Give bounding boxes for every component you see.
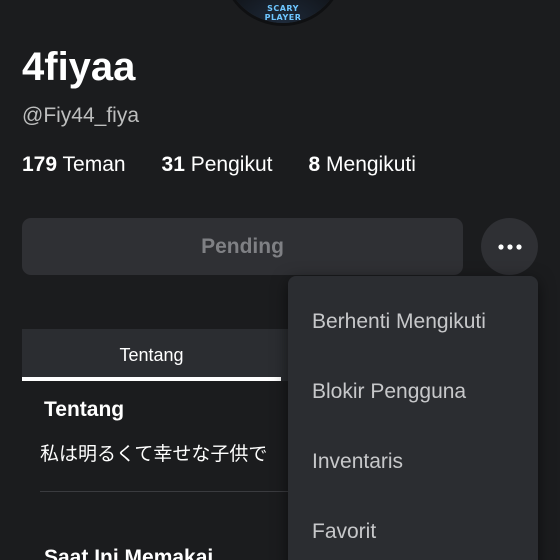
followers-stat[interactable]: 31 Pengikut	[162, 152, 273, 178]
more-options-menu: Berhenti Mengikuti Blokir Pengguna Inven…	[288, 276, 538, 560]
followers-label: Pengikut	[190, 153, 273, 176]
tab-about[interactable]: Tentang	[22, 329, 281, 381]
profile-stats: 179 Teman 31 Pengikut 8 Mengikuti	[22, 152, 452, 178]
about-section-title: Tentang	[44, 398, 125, 421]
about-description: 私は明るくて幸せな子供で	[40, 443, 268, 465]
followers-count: 31	[161, 153, 185, 176]
more-options-button[interactable]	[481, 218, 538, 275]
menu-item-block-user[interactable]: Blokir Pengguna	[312, 379, 466, 405]
menu-item-inventory[interactable]: Inventaris	[312, 449, 403, 475]
following-label: Mengikuti	[326, 153, 416, 176]
avatar[interactable]: SCARY PLAYER	[221, 0, 345, 26]
friends-label: Teman	[62, 153, 126, 176]
username: @Fiy44_fiya	[22, 104, 140, 127]
menu-item-unfollow[interactable]: Berhenti Mengikuti	[312, 309, 486, 335]
display-name: 4fiyaa	[22, 45, 136, 89]
profile-screen: SCARY PLAYER 4fiyaa @Fiy44_fiya 179 Tema…	[0, 0, 560, 560]
divider	[40, 491, 300, 492]
menu-item-favorites[interactable]: Favorit	[312, 519, 376, 545]
pending-button[interactable]: Pending	[22, 218, 463, 275]
active-tab-indicator	[22, 377, 281, 381]
friends-count: 179	[22, 153, 58, 176]
following-count: 8	[308, 153, 321, 176]
friends-stat[interactable]: 179 Teman	[22, 152, 126, 178]
following-stat[interactable]: 8 Mengikuti	[308, 152, 415, 178]
avatar-caption: SCARY PLAYER	[264, 4, 302, 22]
ellipsis-icon	[497, 243, 522, 250]
currently-wearing-title: Saat Ini Memakai	[44, 546, 214, 560]
